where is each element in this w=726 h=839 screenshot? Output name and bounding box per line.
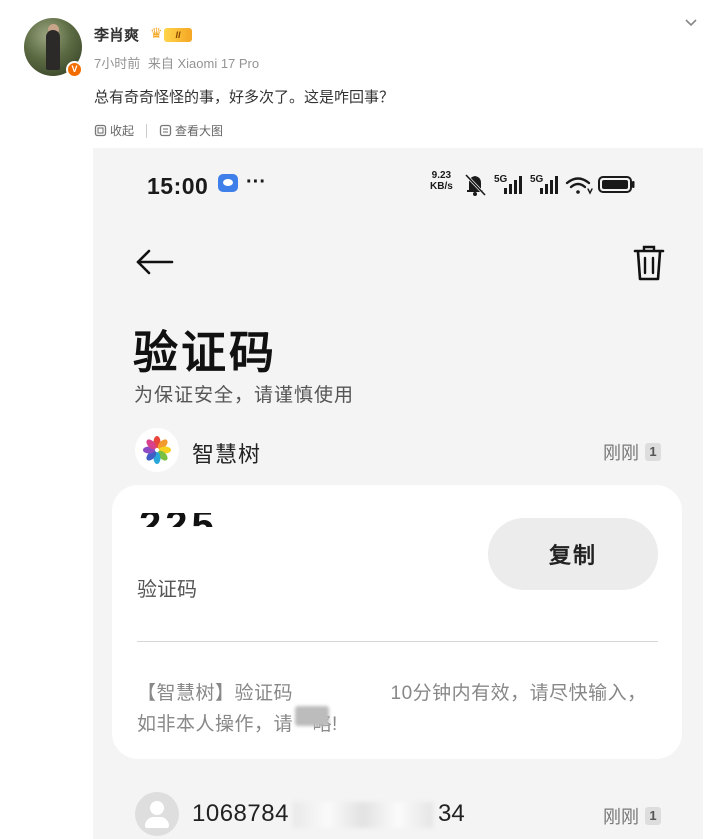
status-icons: 5G 5G [464,173,635,197]
sender-header[interactable]: 智慧树 刚刚 1 [135,428,665,474]
notification-app-icon [218,174,238,192]
sms-body: 【智慧树】验证码 10分钟内有效，请尽快输入， 如非本人操作，请 略! [137,678,667,740]
post-source: 来自 Xiaomi 17 Pro [147,56,260,71]
sender-logo-icon [135,428,179,472]
chevron-down-icon[interactable] [684,16,698,30]
message-time: 刚刚 1 [603,439,661,465]
collapse-button[interactable]: 收起 [94,122,134,139]
network-speed-unit: KB/s [430,181,453,192]
sms-line1-prefix: 【智慧树】验证码 [137,683,294,704]
view-large-icon [159,124,172,137]
redaction-smudge [295,706,329,726]
collapse-icon [94,124,107,137]
contact-avatar-icon [135,792,179,836]
verified-badge-icon: V [66,61,83,78]
redacted-number [293,802,433,828]
signal-1-label: 5G [494,174,508,185]
page-title: 验证码 [133,327,278,378]
avatar-figure [46,30,60,70]
verification-code-label: 验证码 [137,579,197,601]
vip-crown-icon: ♛ [150,25,163,41]
post-image[interactable]: 15:00 ··· 9.23 KB/s 5G 5G 验证码 为保证安全，请谨慎使… [93,148,703,839]
action-divider [146,123,148,138]
post-time[interactable]: 7小时前 [94,56,140,71]
view-large-button[interactable]: 查看大图 [159,122,223,139]
back-arrow-icon[interactable] [135,247,175,277]
post-meta: 7小时前 来自 Xiaomi 17 Pro [94,53,263,72]
second-sender-number-suffix: 34 [438,800,465,827]
second-message-time: 刚刚 1 [603,803,661,829]
view-large-label: 查看大图 [175,124,224,138]
card-divider [137,641,658,642]
redacted-code [293,678,391,709]
sender-name: 智慧树 [192,442,262,467]
sms-line1-suffix: 10分钟内有效，请尽快输入， [390,683,647,704]
collapse-label: 收起 [110,124,135,138]
second-message-row[interactable]: 1068784 34 刚刚 1 [135,788,665,838]
verification-code-card: 225 验证码 复制 【智慧树】验证码 10分钟内有效，请尽快输入， 如非本人操… [112,485,682,759]
post-text: 总有奇奇怪怪的事，好多次了。这是咋回事？ [94,89,395,106]
sms-line2-prefix: 如非本人操作，请 [137,714,294,735]
verification-code-value: 225 [139,513,218,527]
second-message-time-text: 刚刚 [603,807,639,827]
page-subtitle: 为保证安全，请谨慎使用 [134,385,355,406]
message-time-text: 刚刚 [603,443,639,463]
mute-bell-icon [464,173,487,197]
signal-2-label: 5G [530,174,544,185]
level-badge[interactable]: II [164,28,192,42]
trash-icon[interactable] [633,244,665,282]
wifi-icon [565,177,593,195]
network-speed: 9.23 KB/s [430,170,453,192]
network-speed-value: 9.23 [431,170,452,181]
second-sender-number: 1068784 [192,800,289,827]
username[interactable]: 李肖爽 [94,24,139,45]
more-notifications-icon: ··· [246,171,266,193]
status-time: 15:00 [147,173,209,199]
image-actions: 收起 查看大图 [94,122,223,139]
post-header: V 李肖爽 ♛ II 7小时前 来自 Xiaomi 17 Pro 总有奇奇怪怪的… [0,0,726,150]
battery-icon [598,176,635,193]
second-message-count-badge: 1 [645,807,661,825]
message-count-badge: 1 [645,443,661,461]
copy-button[interactable]: 复制 [488,518,658,590]
